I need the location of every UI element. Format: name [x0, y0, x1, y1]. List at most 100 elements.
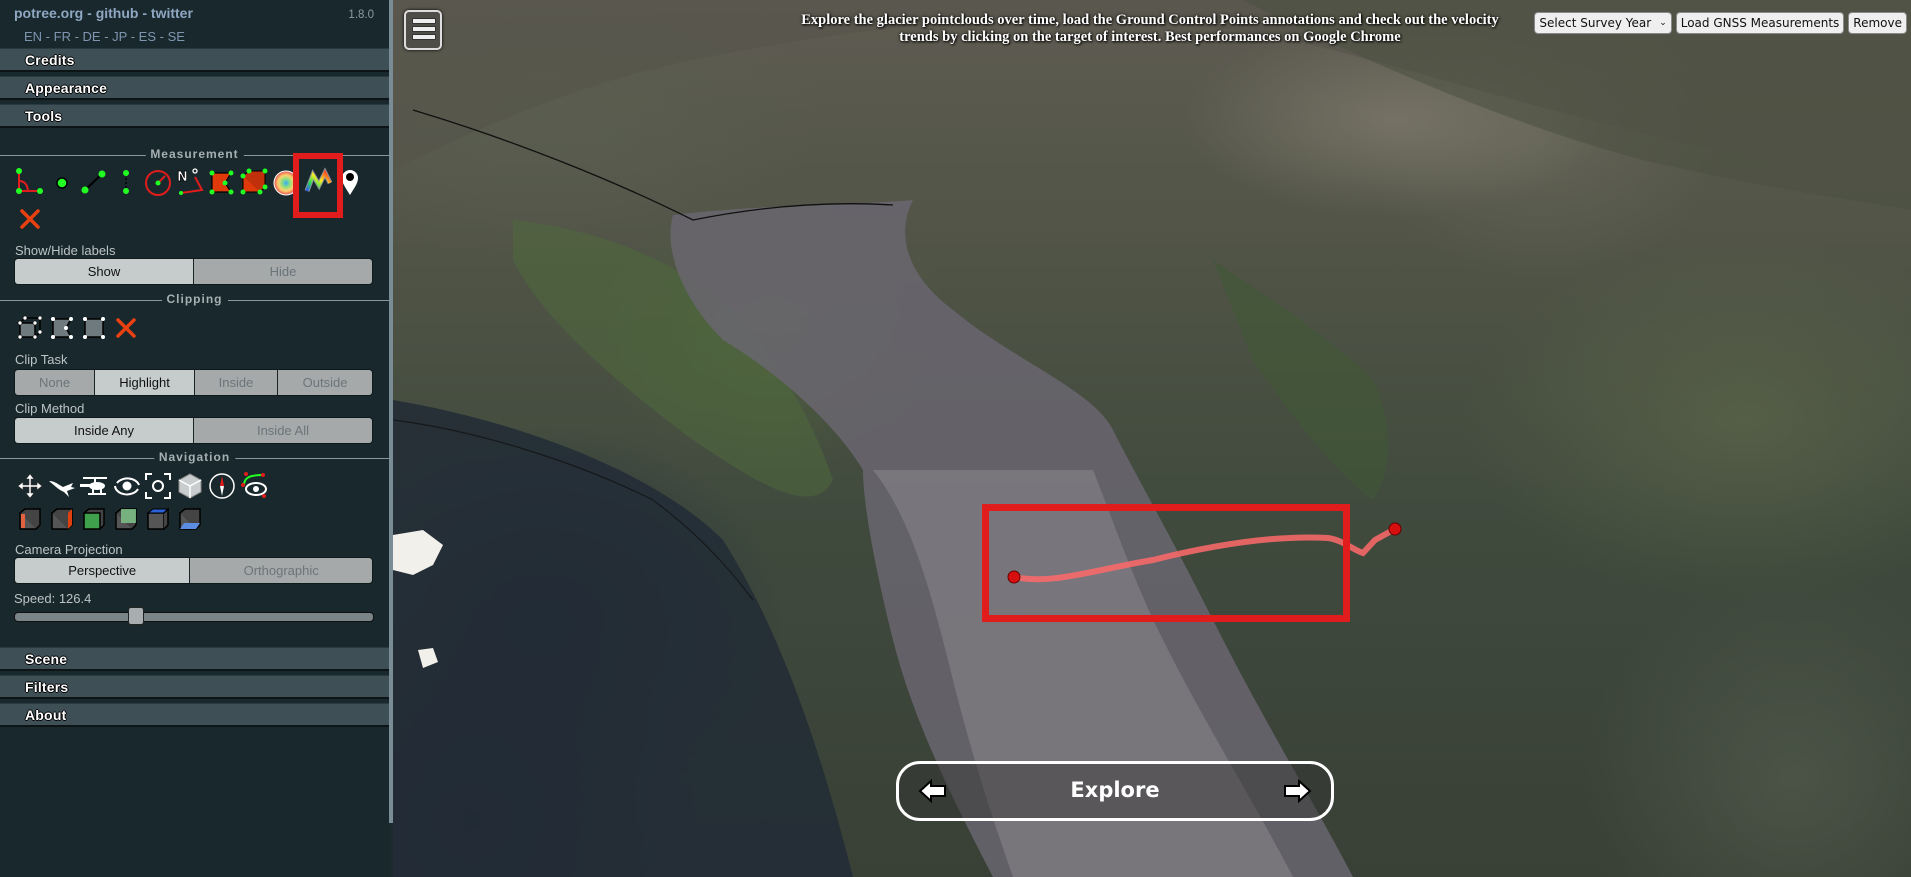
back-view-icon[interactable]	[110, 505, 142, 535]
helicopter-controls-icon[interactable]	[78, 471, 110, 501]
top-view-icon[interactable]	[142, 505, 174, 535]
separator: -	[83, 5, 96, 21]
remove-button[interactable]: Remove	[1848, 12, 1907, 34]
volume-icon[interactable]	[238, 167, 270, 197]
labels-toggle: Show Hide	[14, 258, 373, 285]
clip-task-toggle: None Highlight Inside Outside	[14, 369, 373, 396]
clip-screen-box-icon[interactable]	[78, 313, 110, 343]
remove-clipping-icon[interactable]	[110, 313, 142, 343]
next-arrow-icon[interactable]	[1281, 776, 1313, 806]
navigation-tools	[14, 471, 270, 501]
clip-task-outside[interactable]: Outside	[277, 370, 372, 395]
language-links: EN - FR - DE - JP - ES - SE	[24, 29, 185, 44]
clip-method-caption: Clip Method	[15, 401, 85, 416]
clip-volume-icon[interactable]	[14, 313, 46, 343]
accordion-label: Scene	[25, 651, 68, 667]
accordion-label: Credits	[25, 52, 75, 68]
tool-highlight-box	[293, 153, 343, 218]
clip-polygon-icon[interactable]	[46, 313, 78, 343]
load-gnss-button[interactable]: Load GNSS Measurements	[1675, 12, 1845, 34]
perspective-button[interactable]: Perspective	[15, 558, 190, 583]
clip-task-highlight[interactable]: Highlight	[94, 370, 194, 395]
lang-de[interactable]: DE	[83, 29, 101, 44]
accordion-label: Tools	[25, 108, 63, 124]
focus-icon[interactable]	[142, 471, 174, 501]
navigation-section-title: Navigation	[0, 450, 389, 465]
fps-controls-icon[interactable]	[46, 471, 78, 501]
accordion-scene[interactable]: Scene	[0, 647, 389, 671]
azimuth-icon[interactable]: N	[174, 167, 206, 197]
height-profile-measurement[interactable]	[393, 0, 1911, 877]
lang-en[interactable]: EN	[24, 29, 42, 44]
svg-text:N: N	[177, 170, 188, 185]
clipping-tools	[14, 313, 142, 343]
explore-navigator: Explore	[896, 761, 1334, 821]
show-labels-button[interactable]: Show	[15, 259, 193, 284]
section-title-text: Measurement	[145, 147, 244, 161]
measurement-highlight-box	[982, 504, 1350, 622]
camera-animation-icon[interactable]	[238, 471, 270, 501]
circle-icon[interactable]	[142, 167, 174, 197]
hamburger-icon-bar	[412, 34, 436, 40]
accordion-tools[interactable]: Tools	[0, 104, 389, 128]
sidebar-scrollbar[interactable]	[389, 0, 393, 823]
section-title-text: Navigation	[153, 450, 236, 464]
survey-year-select[interactable]: Select Survey Year ⌄	[1534, 12, 1672, 34]
section-title-text: Clipping	[161, 292, 228, 306]
clip-method-toggle: Inside Any Inside All	[14, 417, 373, 444]
accordion-credits[interactable]: Credits	[0, 48, 389, 72]
orbit-controls-icon[interactable]	[110, 471, 142, 501]
compass-icon[interactable]	[206, 471, 238, 501]
view-presets	[14, 505, 206, 535]
accordion-about[interactable]: About	[0, 703, 389, 727]
distance-icon[interactable]	[78, 167, 110, 197]
accordion-filters[interactable]: Filters	[0, 675, 389, 699]
lang-es[interactable]: ES	[139, 29, 156, 44]
twitter-link[interactable]: twitter	[151, 5, 193, 21]
accordion-label: Filters	[25, 679, 69, 695]
separator: -	[138, 5, 151, 21]
point-cloud-viewport[interactable]	[393, 0, 1911, 877]
camera-projection-caption: Camera Projection	[15, 542, 123, 557]
clip-task-caption: Clip Task	[15, 352, 68, 367]
measurement-tools-row2	[14, 204, 46, 234]
chevron-down-icon: ⌄	[1659, 18, 1667, 28]
sidebar: potree.org - github - twitter 1.8.0 EN -…	[0, 0, 389, 877]
accordion-label: Appearance	[25, 80, 108, 96]
sidebar-header: potree.org - github - twitter 1.8.0	[14, 5, 374, 25]
remove-measurements-icon[interactable]	[14, 204, 46, 234]
angle-icon[interactable]	[14, 167, 46, 197]
lang-fr[interactable]: FR	[54, 29, 71, 44]
clip-task-none[interactable]: None	[15, 370, 95, 395]
earth-controls-icon[interactable]	[14, 471, 46, 501]
clip-method-inside-all[interactable]: Inside All	[193, 418, 372, 443]
height-icon[interactable]	[110, 167, 142, 197]
hide-labels-button[interactable]: Hide	[193, 259, 372, 284]
lang-se[interactable]: SE	[168, 29, 185, 44]
area-icon[interactable]	[206, 167, 238, 197]
point-icon[interactable]	[46, 167, 78, 197]
profile-end-point	[1388, 522, 1402, 536]
speed-slider-thumb[interactable]	[127, 607, 144, 625]
github-link[interactable]: github	[96, 5, 139, 21]
potree-link[interactable]: potree.org	[14, 5, 83, 21]
accordion-appearance[interactable]: Appearance	[0, 76, 389, 100]
explore-label[interactable]: Explore	[899, 778, 1331, 802]
navigation-cube-icon[interactable]	[174, 471, 206, 501]
speed-label: Speed: 126.4	[14, 591, 92, 606]
survey-year-select-value: Select Survey Year	[1539, 16, 1652, 30]
front-view-icon[interactable]	[78, 505, 110, 535]
bottom-view-icon[interactable]	[174, 505, 206, 535]
clip-method-inside-any[interactable]: Inside Any	[15, 418, 193, 443]
orthographic-button[interactable]: Orthographic	[189, 558, 372, 583]
clipping-section-title: Clipping	[0, 292, 389, 307]
left-view-icon[interactable]	[14, 505, 46, 535]
camera-projection-toggle: Perspective Orthographic	[14, 557, 373, 584]
version-label: 1.8.0	[348, 9, 374, 21]
menu-toggle-button[interactable]	[404, 10, 442, 50]
right-view-icon[interactable]	[46, 505, 78, 535]
speed-slider[interactable]	[14, 607, 374, 625]
lang-jp[interactable]: JP	[112, 29, 127, 44]
clip-task-inside[interactable]: Inside	[193, 370, 278, 395]
top-right-controls: Select Survey Year ⌄ Load GNSS Measureme…	[1534, 12, 1907, 34]
